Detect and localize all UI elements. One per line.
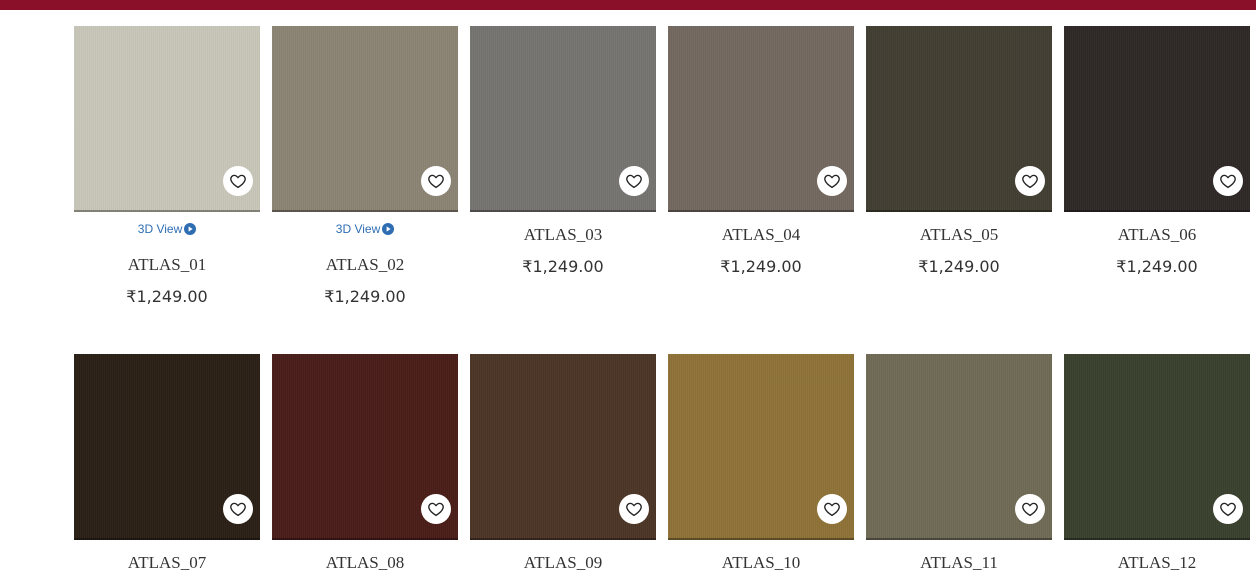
- favorite-button[interactable]: [1015, 166, 1045, 196]
- favorite-button[interactable]: [223, 494, 253, 524]
- favorite-button[interactable]: [817, 494, 847, 524]
- heart-outline-icon: [230, 174, 246, 189]
- product-card[interactable]: ATLAS_06 ₹1,249.00: [1064, 26, 1250, 276]
- product-name[interactable]: ATLAS_02: [272, 255, 458, 275]
- product-name[interactable]: ATLAS_06: [1064, 225, 1250, 245]
- product-price: ₹1,249.00: [918, 257, 1000, 276]
- product-card[interactable]: ATLAS_10: [668, 354, 854, 572]
- heart-outline-icon: [1022, 174, 1038, 189]
- product-card[interactable]: 3D View ATLAS_02 ₹1,249.00: [272, 26, 458, 306]
- product-card[interactable]: ATLAS_12: [1064, 354, 1250, 572]
- product-card[interactable]: ATLAS_05 ₹1,249.00: [866, 26, 1052, 276]
- favorite-button[interactable]: [1213, 166, 1243, 196]
- product-card[interactable]: 3D View ATLAS_01 ₹1,249.00: [74, 26, 260, 306]
- view-3d-label: 3D View: [335, 222, 381, 236]
- product-price: ₹1,249.00: [126, 287, 208, 306]
- product-card[interactable]: ATLAS_07: [74, 354, 260, 572]
- product-name[interactable]: ATLAS_08: [272, 553, 458, 573]
- view-3d-label: 3D View: [137, 222, 183, 236]
- product-name[interactable]: ATLAS_05: [866, 225, 1052, 245]
- product-card[interactable]: ATLAS_08: [272, 354, 458, 572]
- heart-outline-icon: [626, 502, 642, 517]
- heart-outline-icon: [230, 502, 246, 517]
- product-price: ₹1,249.00: [324, 287, 406, 306]
- play-circle-icon: [382, 223, 395, 238]
- product-card[interactable]: ATLAS_04 ₹1,249.00: [668, 26, 854, 276]
- product-name[interactable]: ATLAS_10: [668, 553, 854, 573]
- product-name[interactable]: ATLAS_04: [668, 225, 854, 245]
- top-accent-bar: [0, 0, 1256, 10]
- product-name[interactable]: ATLAS_09: [470, 553, 656, 573]
- heart-outline-icon: [428, 502, 444, 517]
- heart-outline-icon: [824, 174, 840, 189]
- product-card[interactable]: ATLAS_09: [470, 354, 656, 572]
- favorite-button[interactable]: [421, 166, 451, 196]
- product-name[interactable]: ATLAS_11: [866, 553, 1052, 573]
- heart-outline-icon: [1220, 174, 1236, 189]
- heart-outline-icon: [626, 174, 642, 189]
- favorite-button[interactable]: [421, 494, 451, 524]
- favorite-button[interactable]: [619, 494, 649, 524]
- product-name[interactable]: ATLAS_03: [470, 225, 656, 245]
- play-circle-icon: [184, 223, 197, 238]
- favorite-button[interactable]: [1015, 494, 1045, 524]
- product-price: ₹1,249.00: [720, 257, 802, 276]
- favorite-button[interactable]: [223, 166, 253, 196]
- product-card[interactable]: ATLAS_11: [866, 354, 1052, 572]
- product-name[interactable]: ATLAS_07: [74, 553, 260, 573]
- favorite-button[interactable]: [1213, 494, 1243, 524]
- product-name[interactable]: ATLAS_01: [74, 255, 260, 275]
- heart-outline-icon: [1220, 502, 1236, 517]
- favorite-button[interactable]: [619, 166, 649, 196]
- product-price: ₹1,249.00: [1116, 257, 1198, 276]
- heart-outline-icon: [824, 502, 840, 517]
- product-name[interactable]: ATLAS_12: [1064, 553, 1250, 573]
- heart-outline-icon: [1022, 502, 1038, 517]
- product-card[interactable]: ATLAS_03 ₹1,249.00: [470, 26, 656, 276]
- favorite-button[interactable]: [817, 166, 847, 196]
- product-price: ₹1,249.00: [522, 257, 604, 276]
- heart-outline-icon: [428, 174, 444, 189]
- view-3d-link[interactable]: 3D View: [272, 222, 458, 238]
- view-3d-link[interactable]: 3D View: [74, 222, 260, 238]
